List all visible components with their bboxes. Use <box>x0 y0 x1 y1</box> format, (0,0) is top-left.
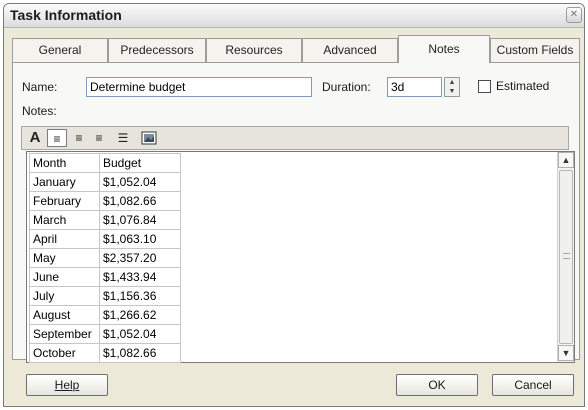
month-cell: September <box>29 324 100 344</box>
budget-cell: $1,433.94 <box>99 267 181 287</box>
title-bar[interactable]: Task Information ✕ <box>4 4 584 28</box>
budget-cell: $1,082.66 <box>99 191 181 211</box>
help-button[interactable]: Help <box>26 374 108 396</box>
notes-toolbar: A ≡ ≡ ≡ ☰ <box>21 126 569 150</box>
month-cell: April <box>29 229 100 249</box>
align-center-button[interactable]: ≡ <box>69 129 89 147</box>
budget-cell: $1,076.84 <box>99 210 181 230</box>
budget-cell: Budget <box>99 153 181 173</box>
month-cell: May <box>29 248 100 268</box>
close-button[interactable]: ✕ <box>566 7 582 23</box>
task-information-dialog: Task Information ✕ General Predecessors … <box>3 3 585 407</box>
budget-cell: $1,052.04 <box>99 172 181 192</box>
tab-advanced[interactable]: Advanced <box>302 38 398 62</box>
vertical-scrollbar[interactable]: ▲ ▼ <box>557 152 574 362</box>
estimated-checkbox[interactable] <box>478 80 491 93</box>
font-icon: A <box>29 129 41 146</box>
table-row: October $1,082.66 <box>29 343 181 363</box>
month-cell: June <box>29 267 100 287</box>
table-row: March $1,076.84 <box>29 210 181 230</box>
duration-stepper[interactable]: ▲ ▼ <box>444 77 460 97</box>
tab-general[interactable]: General <box>12 38 108 62</box>
name-label: Name: <box>22 80 58 94</box>
notes-editor[interactable]: Month Budget January $1,052.04 February $1,08… <box>26 151 575 363</box>
budget-cell: $1,156.36 <box>99 286 181 306</box>
font-button[interactable]: A <box>25 129 45 147</box>
month-cell: March <box>29 210 100 230</box>
budget-cell: $2,357.20 <box>99 248 181 268</box>
budget-cell: $1,063.10 <box>99 229 181 249</box>
table-row: January $1,052.04 <box>29 172 181 192</box>
budget-cell: $1,082.66 <box>99 343 181 363</box>
duration-label: Duration: <box>322 80 371 94</box>
ok-button[interactable]: OK <box>396 374 478 396</box>
table-row: July $1,156.36 <box>29 286 181 306</box>
align-left-icon: ≡ <box>53 132 61 146</box>
notes-label: Notes: <box>22 104 57 118</box>
align-right-button[interactable]: ≡ <box>89 129 109 147</box>
tab-notes[interactable]: Notes <box>398 35 490 63</box>
month-cell: October <box>29 343 100 363</box>
grip-icon <box>563 253 570 259</box>
spin-down-icon[interactable]: ▼ <box>445 87 459 96</box>
estimated-label: Estimated <box>496 79 550 93</box>
budget-cell: $1,052.04 <box>99 324 181 344</box>
tab-strip: General Predecessors Resources Advanced … <box>4 35 584 63</box>
dialog-title: Task Information <box>10 7 122 23</box>
month-cell: August <box>29 305 100 325</box>
close-icon: ✕ <box>569 9 579 20</box>
month-cell: Month <box>29 153 100 173</box>
bullet-list-icon: ☰ <box>117 131 129 145</box>
budget-cell: $1,266.62 <box>99 305 181 325</box>
name-field[interactable]: Determine budget <box>86 77 312 97</box>
cancel-button[interactable]: Cancel <box>492 374 574 396</box>
scroll-down-icon[interactable]: ▼ <box>558 345 574 361</box>
align-left-button[interactable]: ≡ <box>47 129 67 147</box>
table-row: February $1,082.66 <box>29 191 181 211</box>
insert-object-button[interactable] <box>139 129 159 147</box>
tab-resources[interactable]: Resources <box>206 38 302 62</box>
budget-table: Month Budget January $1,052.04 February $1,08… <box>29 153 181 363</box>
month-cell: February <box>29 191 100 211</box>
table-header-row: Month Budget <box>29 153 181 173</box>
scroll-thumb[interactable] <box>559 170 573 344</box>
insert-object-icon <box>141 131 157 145</box>
duration-field[interactable]: 3d <box>387 77 442 97</box>
table-row: June $1,433.94 <box>29 267 181 287</box>
table-row: April $1,063.10 <box>29 229 181 249</box>
table-row: August $1,266.62 <box>29 305 181 325</box>
table-row: May $2,357.20 <box>29 248 181 268</box>
table-row: September $1,052.04 <box>29 324 181 344</box>
tab-custom-fields[interactable]: Custom Fields <box>490 38 580 62</box>
help-label: Help <box>54 378 80 392</box>
bullets-button[interactable]: ☰ <box>113 129 133 147</box>
month-cell: July <box>29 286 100 306</box>
align-right-icon: ≡ <box>95 131 103 145</box>
scroll-up-icon[interactable]: ▲ <box>558 152 574 168</box>
align-center-icon: ≡ <box>75 131 83 145</box>
tab-predecessors[interactable]: Predecessors <box>108 38 206 62</box>
month-cell: January <box>29 172 100 192</box>
spin-up-icon[interactable]: ▲ <box>445 78 459 87</box>
